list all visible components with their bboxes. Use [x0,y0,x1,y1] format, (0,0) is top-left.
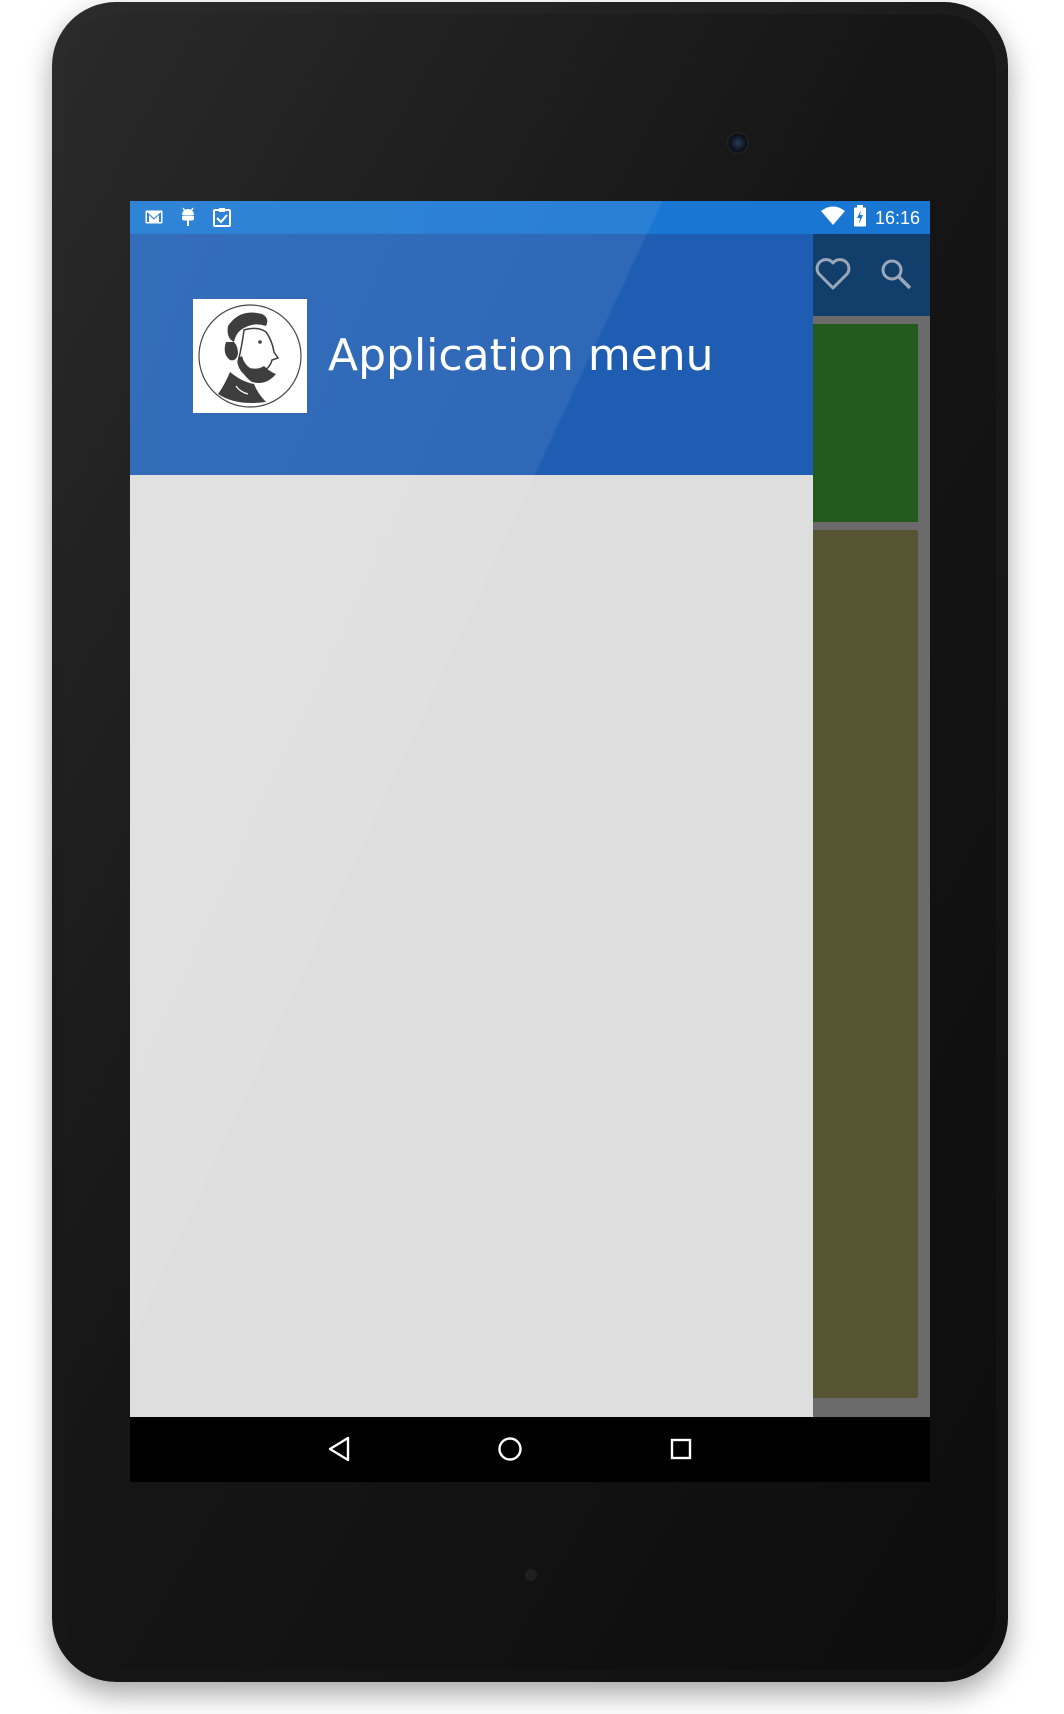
wifi-icon [820,206,845,231]
content-card[interactable] [798,530,918,1398]
status-time: 16:16 [874,208,920,228]
drawer-header: Application menu [130,234,813,475]
android-debug-icon [178,207,198,227]
bearded-man-avatar-icon [198,304,302,408]
system-status: 16:16 [820,205,920,232]
avatar[interactable] [193,299,307,413]
notification-icons [144,207,232,227]
status-bar: 16:16 [130,201,930,234]
proximity-sensor [525,1569,537,1581]
recents-icon[interactable] [663,1431,699,1467]
search-icon[interactable] [876,254,916,294]
content-card[interactable] [798,324,918,522]
drawer-title: Application menu [328,330,714,381]
device-screen: 16:16 Application menu [130,201,930,1482]
navigation-drawer: Application menu [130,201,813,1417]
heart-icon[interactable] [813,254,853,294]
home-icon[interactable] [492,1431,528,1467]
clipboard-check-icon [212,207,232,227]
front-camera [727,132,749,154]
system-navigation-bar [130,1417,930,1482]
back-icon[interactable] [321,1431,357,1467]
gmail-icon [144,207,164,227]
battery-charging-icon [853,205,867,232]
